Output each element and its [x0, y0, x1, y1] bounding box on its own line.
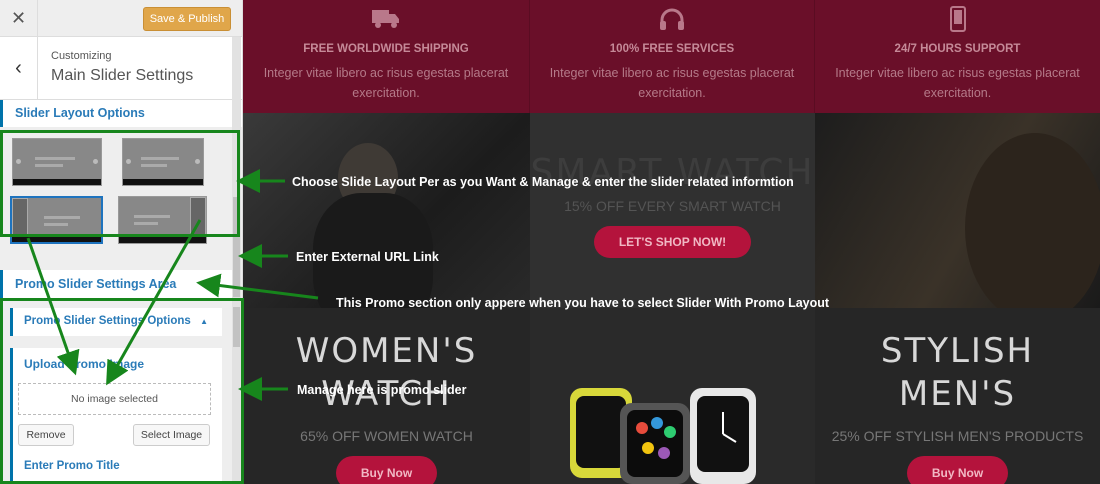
slide-subtitle: 15% OFF EVERY SMART WATCH [564, 198, 781, 214]
section-header: ‹ Customizing Main Slider Settings [0, 37, 242, 100]
sidebar-scrollbar[interactable] [232, 37, 241, 484]
promo-slider-settings-options-heading[interactable]: Promo Slider Settings Options ▲ [10, 308, 222, 336]
feature-shipping: FREE WORLDWIDE SHIPPING Integer vitae li… [243, 0, 530, 113]
layout-option-promo-right[interactable] [118, 196, 207, 244]
promo-options-label: Promo Slider Settings Options [24, 315, 191, 327]
layout-option-boxed[interactable] [122, 138, 204, 186]
banner-title-line2: MEN'S [898, 374, 1017, 414]
slide-title: SMART WATCH [530, 152, 815, 193]
scrollbar-thumb-inner[interactable] [233, 307, 240, 347]
women-watch-banner: WOMEN'S WATCH 65% OFF WOMEN WATCH Buy No… [243, 308, 530, 484]
slider-layout-options-heading[interactable]: Slider Layout Options [0, 100, 242, 127]
feature-title: 24/7 HOURS SUPPORT [894, 43, 1021, 55]
caret-up-icon: ▲ [200, 317, 208, 326]
banner-subtitle: 25% OFF STYLISH MEN'S PRODUCTS [831, 428, 1084, 444]
scrollbar-thumb[interactable] [233, 197, 240, 297]
smartwatches-image [530, 308, 815, 484]
banner-title-line1: WOMEN'S [295, 331, 478, 371]
promo-image-left [243, 113, 530, 308]
banner-title-line2: WATCH [321, 374, 452, 414]
banner-title-line1: STYLISH [880, 331, 1035, 371]
truck-icon [243, 6, 529, 36]
feature-services: 100% FREE SERVICES Integer vitae libero … [530, 0, 815, 113]
main-slide: SMART WATCH 15% OFF EVERY SMART WATCH LE… [530, 113, 815, 308]
upload-promo-image-control: Upload Promo Image No image selected Rem… [10, 348, 222, 458]
banner-subtitle: 65% OFF WOMEN WATCH [300, 428, 473, 444]
headphones-icon [530, 6, 814, 36]
phone-icon [815, 6, 1100, 36]
upload-promo-image-label: Upload Promo Image [24, 357, 145, 371]
remove-button[interactable]: Remove [18, 424, 74, 446]
back-arrow-icon[interactable]: ‹ [0, 37, 38, 100]
site-preview: FREE WORLDWIDE SHIPPING Integer vitae li… [243, 0, 1100, 484]
promo-image-right [815, 113, 1100, 308]
page-title: Main Slider Settings [51, 67, 194, 84]
mens-products-banner: STYLISH MEN'S 25% OFF STYLISH MEN'S PROD… [815, 308, 1100, 484]
layout-option-full[interactable] [12, 138, 102, 186]
select-image-button[interactable]: Select Image [133, 424, 210, 446]
buy-now-button[interactable]: Buy Now [906, 456, 1009, 484]
customizer-sidebar: ✕ Save & Publish ‹ Customizing Main Slid… [0, 0, 243, 484]
feature-support: 24/7 HOURS SUPPORT Integer vitae libero … [815, 0, 1100, 113]
customizing-label: Customizing [51, 50, 112, 62]
feature-desc: Integer vitae libero ac risus egestas pl… [263, 66, 509, 100]
buy-now-button[interactable]: Buy Now [335, 456, 438, 484]
image-placeholder[interactable]: No image selected [18, 383, 211, 415]
customizer-topbar: ✕ Save & Publish [0, 0, 242, 37]
shop-now-button[interactable]: LET'S SHOP NOW! [593, 226, 752, 258]
feature-desc: Integer vitae libero ac risus egestas pl… [549, 66, 795, 100]
layout-option-promo-left[interactable] [10, 196, 103, 244]
feature-title: 100% FREE SERVICES [609, 43, 735, 55]
save-publish-button[interactable]: Save & Publish [143, 7, 231, 31]
promo-slider-settings-area-heading[interactable]: Promo Slider Settings Area [0, 270, 232, 298]
enter-promo-title-label: Enter Promo Title [10, 452, 222, 484]
feature-title: FREE WORLDWIDE SHIPPING [303, 43, 469, 55]
close-icon[interactable]: ✕ [0, 0, 38, 37]
feature-desc: Integer vitae libero ac risus egestas pl… [835, 66, 1080, 100]
